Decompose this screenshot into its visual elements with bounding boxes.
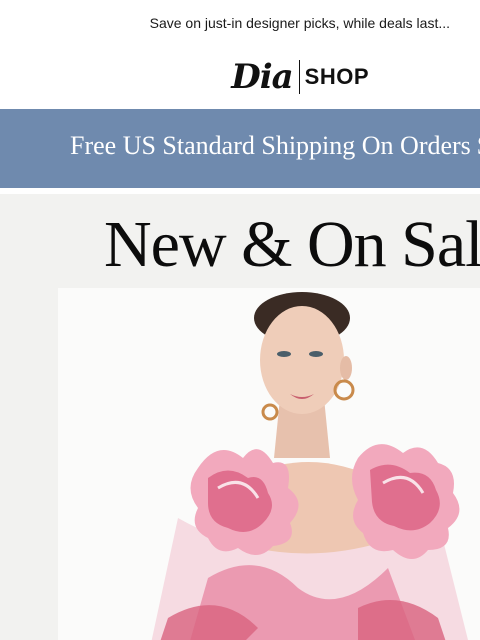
preheader-text: Save on just-in designer picks, while de… xyxy=(149,15,450,31)
model-illustration xyxy=(151,292,468,640)
hero-product-image[interactable] xyxy=(58,288,480,640)
logo-divider xyxy=(298,60,300,94)
logo-script: Dia xyxy=(231,57,293,97)
hero-section[interactable]: New & On Sale xyxy=(0,194,480,640)
logo-shop-text: SHOP xyxy=(304,64,369,89)
hero-title: New & On Sale xyxy=(104,208,480,281)
free-shipping-banner[interactable]: Free US Standard Shipping On Orders $1 xyxy=(0,109,480,188)
shipping-banner-text: Free US Standard Shipping On Orders $1 xyxy=(70,131,480,160)
dia-shop-logo[interactable]: Dia SHOP xyxy=(0,52,480,102)
